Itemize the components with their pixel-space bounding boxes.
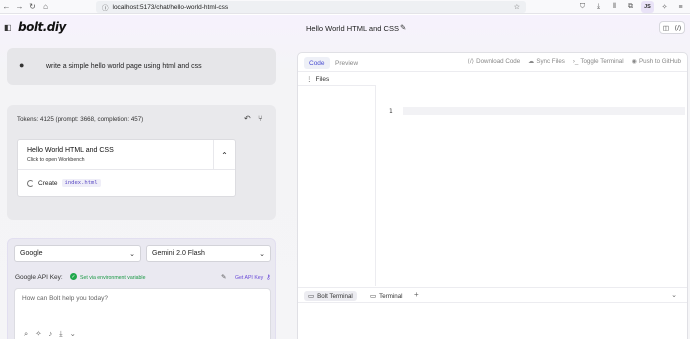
api-key-status: Set via environment variable: [80, 274, 146, 281]
download-code-button[interactable]: ⟨/⟩ Download Code: [468, 58, 521, 65]
profile-avatar[interactable]: JS: [641, 1, 654, 13]
app-header: ◧ bolt.diy Hello World HTML and CSS ✎ ◫ …: [0, 15, 690, 41]
key-icon[interactable]: ⚷: [266, 273, 271, 281]
terminal-icon: ▭: [370, 293, 377, 300]
chevron-down-icon: ⌄: [259, 251, 265, 258]
browser-toolbar: ← → ↻ ⌂ ⓘ localhost:5173/chat/hello-worl…: [0, 0, 690, 14]
prompt-input[interactable]: [22, 295, 262, 302]
files-label: Files: [315, 75, 330, 83]
prompt-toolbar: ⌕ ✧ ♪ ⤓ ⌄: [24, 329, 76, 339]
enhance-prompt-icon[interactable]: ✧: [35, 329, 41, 339]
screenshot-icon[interactable]: ⧉: [625, 3, 636, 11]
chat-title: Hello World HTML and CSS: [306, 24, 399, 33]
prompt-box: ⌕ ✧ ♪ ⤓ ⌄: [14, 288, 271, 339]
edit-title-icon[interactable]: ✎: [400, 23, 406, 32]
github-icon: ◉: [631, 58, 638, 65]
back-icon[interactable]: ←: [0, 0, 13, 13]
provider-value: Google: [20, 250, 43, 257]
cloud-icon: ☁: [528, 58, 535, 65]
push-github-label: Push to GitHub: [639, 58, 681, 65]
logo[interactable]: bolt.diy: [18, 20, 66, 34]
attach-icon[interactable]: ⌕: [24, 329, 28, 339]
line-number: 1: [389, 108, 393, 115]
import-icon[interactable]: ⤓: [59, 329, 62, 339]
push-github-button[interactable]: ◉ Push to GitHub: [632, 58, 681, 65]
sync-files-label: Sync Files: [536, 58, 565, 65]
bookmark-star-icon[interactable]: ☆: [514, 3, 520, 11]
collapse-chevron-icon[interactable]: ⌃: [213, 140, 235, 170]
artifact-card[interactable]: Hello World HTML and CSS Click to open W…: [17, 139, 236, 197]
model-select[interactable]: Gemini 2.0 Flash ⌄: [146, 245, 271, 262]
artifact-subtitle: Click to open Workbench: [27, 157, 85, 163]
fork-icon[interactable]: ⑂: [258, 114, 263, 123]
url-text: localhost:5173/chat/hello-world-html-css: [112, 3, 229, 11]
toggle-terminal-label: Toggle Terminal: [580, 58, 624, 65]
prompt-panel: Google ⌄ Gemini 2.0 Flash ⌄ Google API K…: [7, 238, 276, 339]
user-avatar-icon: ●: [19, 60, 25, 70]
code-editor[interactable]: 1: [377, 72, 687, 287]
tab-terminal[interactable]: ▭ Terminal: [366, 291, 407, 301]
check-circle-icon: ✓: [70, 273, 77, 280]
sync-files-button[interactable]: ☁ Sync Files: [528, 58, 565, 65]
download-code-label: Download Code: [476, 58, 521, 65]
library-icon[interactable]: ⫴: [609, 3, 620, 11]
assistant-message: Tokens: 4125 (prompt: 3668, completion: …: [7, 105, 276, 220]
workbench-toolbar: Code Preview ⟨/⟩ Download Code ☁ Sync File…: [298, 53, 687, 72]
menu-icon[interactable]: ≡: [675, 4, 686, 11]
terminal-icon: ›_: [572, 58, 579, 65]
get-api-key-link[interactable]: Get API Key: [235, 275, 263, 281]
workbench-actions: ⟨/⟩ Download Code ☁ Sync Files ›_ Toggle Te…: [468, 58, 681, 65]
artifact-title: Hello World HTML and CSS: [27, 147, 114, 154]
model-value: Gemini 2.0 Flash: [152, 250, 205, 257]
tab-code[interactable]: Code: [304, 57, 330, 69]
action-filename: index.html: [61, 179, 101, 187]
api-key-row: Google API Key: ✓ Set via environment va…: [15, 273, 271, 283]
tab-preview[interactable]: Preview: [330, 57, 363, 69]
sidebar-toggle-icon[interactable]: ◧: [4, 23, 12, 32]
terminal-label: Terminal: [379, 292, 403, 300]
pocket-icon[interactable]: ⛉: [577, 3, 588, 11]
chevron-down-icon: ⌄: [129, 251, 135, 258]
artifact-header[interactable]: Hello World HTML and CSS Click to open W…: [18, 140, 235, 170]
forward-icon[interactable]: →: [13, 0, 26, 13]
downloads-icon[interactable]: ⤓: [593, 3, 604, 11]
tab-bolt-terminal[interactable]: ▭ Bolt Terminal: [304, 291, 357, 301]
toggle-terminal-button[interactable]: ›_ Toggle Terminal: [573, 58, 624, 65]
workbench: Code Preview ⟨/⟩ Download Code ☁ Sync File…: [297, 52, 688, 339]
terminal-icon: ▭: [308, 293, 315, 300]
home-icon[interactable]: ⌂: [39, 0, 52, 13]
token-usage: Tokens: 4125 (prompt: 3668, completion: …: [17, 116, 144, 123]
edit-key-icon[interactable]: ✎: [221, 273, 226, 281]
chat-view-icon[interactable]: ◫: [660, 22, 672, 33]
browser-toolbar-right: ⛉ ⤓ ⫴ ⧉ JS ✧ ≡: [577, 1, 686, 13]
add-terminal-icon[interactable]: +: [414, 290, 419, 299]
file-tree[interactable]: [298, 86, 376, 286]
logo-suffix: .diy: [42, 20, 67, 34]
artifact-action: Create index.html: [27, 179, 101, 187]
code-icon: ⟨/⟩: [467, 58, 475, 65]
user-message-text: write a simple hello world page using ht…: [46, 63, 202, 70]
expand-chevron-icon[interactable]: ⌄: [70, 329, 76, 339]
tree-icon: ⋮: [306, 76, 313, 83]
terminal-bar: ▭ Bolt Terminal ▭ Terminal + ⌄: [298, 287, 687, 303]
action-label: Create: [38, 179, 58, 187]
extensions-icon[interactable]: ✧: [659, 3, 670, 11]
logo-main: bolt: [18, 20, 43, 34]
reload-icon[interactable]: ↻: [26, 0, 39, 13]
provider-select[interactable]: Google ⌄: [14, 245, 141, 262]
loading-spinner-icon: [27, 179, 34, 187]
bolt-terminal-label: Bolt Terminal: [317, 292, 353, 300]
collapse-terminal-icon[interactable]: ⌄: [671, 291, 677, 299]
address-bar[interactable]: ⓘ localhost:5173/chat/hello-world-html-c…: [96, 1, 526, 13]
view-toggle-group: ◫ ⟨/⟩: [659, 21, 685, 34]
undo-icon[interactable]: ↶: [244, 114, 251, 123]
user-message: ● write a simple hello world page using …: [7, 48, 276, 85]
microphone-icon[interactable]: ♪: [49, 329, 53, 339]
active-line: [403, 107, 685, 115]
api-key-label: Google API Key:: [15, 274, 63, 281]
bolt-app: ◧ bolt.diy Hello World HTML and CSS ✎ ◫ …: [0, 15, 690, 339]
site-info-icon[interactable]: ⓘ: [102, 2, 109, 12]
code-view-icon[interactable]: ⟨/⟩: [672, 22, 684, 33]
files-header: ⋮ Files: [298, 73, 376, 86]
